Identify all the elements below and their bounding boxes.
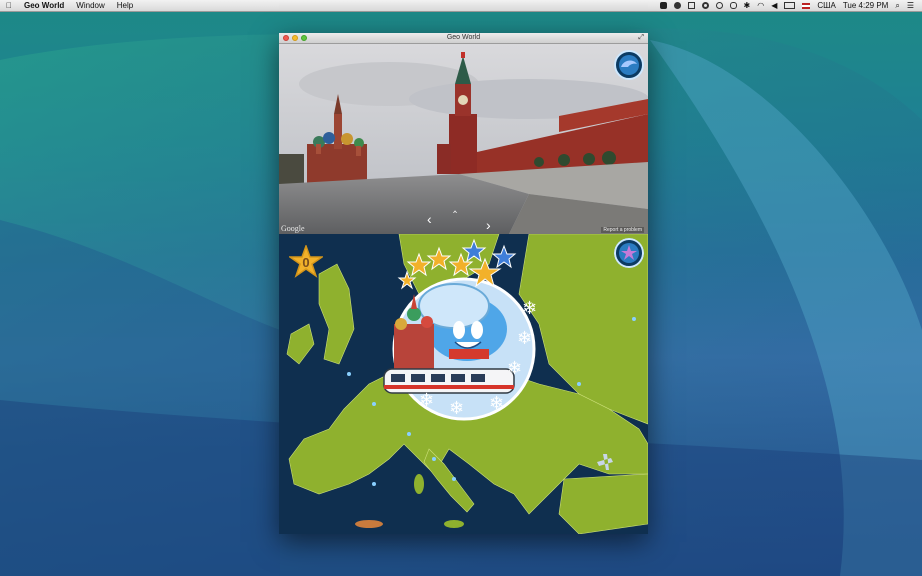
svg-text:❄: ❄ <box>507 358 522 378</box>
close-button[interactable] <box>283 34 289 41</box>
flag-icon <box>802 2 811 9</box>
minimize-button[interactable] <box>292 34 298 41</box>
score-star: 0 <box>287 243 325 279</box>
message-icon[interactable] <box>729 2 737 9</box>
svg-text:❄: ❄ <box>449 398 464 418</box>
window-title: Geo World <box>446 34 481 41</box>
volume-icon[interactable]: ◀ <box>771 0 777 11</box>
svg-text:❄: ❄ <box>517 328 532 348</box>
menu-bar:  Geo World Window Help ✱ ◠ ◀ США Tue 4:… <box>0 0 922 12</box>
score-value: 0 <box>302 255 310 270</box>
street-view-panel[interactable]: ‹ ‸ › Google Report a problem <box>279 44 648 234</box>
svg-text:❄: ❄ <box>419 390 434 410</box>
menu-help[interactable]: Help <box>111 0 139 11</box>
zoom-button[interactable] <box>301 34 307 41</box>
status-area: ✱ ◠ ◀ США Tue 4:29 PM ⌕ ☰ <box>659 0 922 11</box>
nav-arrow-forward[interactable]: ‸ <box>453 199 457 213</box>
europe-map[interactable]: ❄ ❄ ❄ ❄ ❄ ❄ <box>279 234 648 534</box>
street-view-image[interactable]: ‹ ‸ › <box>279 44 648 234</box>
menu-window[interactable]: Window <box>70 0 110 11</box>
africa-tip <box>355 520 383 528</box>
google-logo: Google <box>281 224 305 233</box>
apple-menu-icon[interactable]:  <box>0 0 18 11</box>
wrench-icon[interactable] <box>687 2 695 9</box>
nav-arrow-left[interactable]: ‹ <box>427 211 432 227</box>
search-icon[interactable]: ⌕ <box>895 0 899 11</box>
input-source-label[interactable]: США <box>817 0 835 11</box>
window-titlebar[interactable]: Geo World ⤢ <box>279 33 648 44</box>
status-icon-2[interactable] <box>673 2 681 9</box>
bluetooth-icon[interactable]: ✱ <box>744 0 751 11</box>
clock-menu-icon[interactable] <box>715 2 723 9</box>
gear-icon[interactable] <box>701 2 709 9</box>
app-menu[interactable]: Geo World <box>18 0 70 11</box>
app-window: Geo World ⤢ ‹ ‸ › Google Report a proble… <box>279 33 648 534</box>
menubar-clock[interactable]: Tue 4:29 PM <box>843 0 889 11</box>
status-icon-1[interactable] <box>659 2 667 9</box>
dolphin-button[interactable] <box>614 50 644 80</box>
battery-icon[interactable] <box>784 2 796 9</box>
nav-arrow-right[interactable]: › <box>486 217 491 233</box>
window-controls <box>283 34 307 41</box>
map-panel[interactable]: ❄ ❄ ❄ ❄ ❄ ❄ 0 <box>279 234 648 534</box>
report-problem-link[interactable]: Report a problem <box>601 227 644 233</box>
favorites-button[interactable] <box>614 238 644 268</box>
wifi-icon[interactable]: ◠ <box>757 0 764 11</box>
svg-text:❄: ❄ <box>489 393 504 413</box>
notification-list-icon[interactable]: ☰ <box>907 0 914 11</box>
svg-text:❄: ❄ <box>522 298 537 318</box>
fullscreen-icon[interactable]: ⤢ <box>638 33 644 43</box>
